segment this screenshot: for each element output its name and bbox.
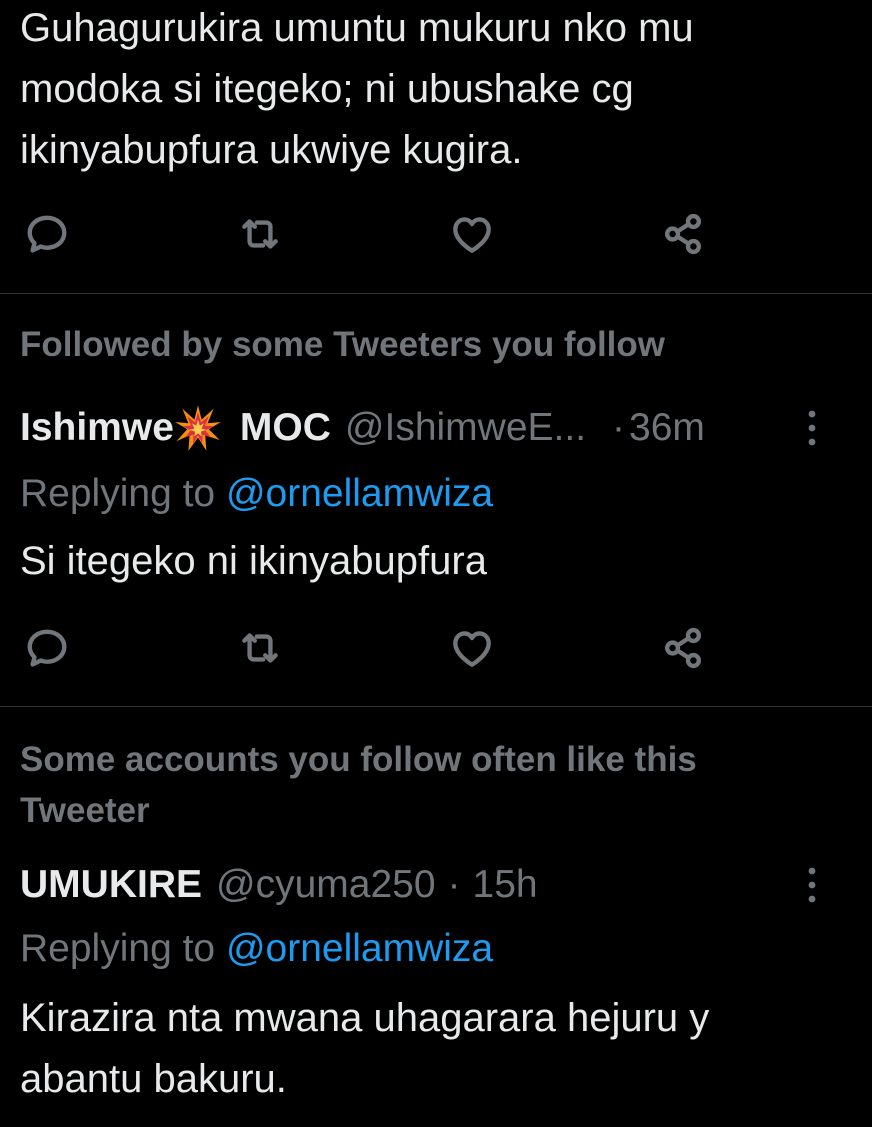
tweet-text-line: Guhagurukira umuntu mukuru nko mu (20, 6, 694, 50)
social-context-line: Tweeter (20, 791, 150, 830)
tweet-text-line: ikinyabupfura ukwiye kugira. (20, 128, 523, 172)
mention-link[interactable]: @ornellamwiza (226, 472, 493, 515)
share-button[interactable] (653, 204, 713, 264)
share-button[interactable] (653, 618, 713, 678)
tweet-1[interactable]: Guhagurukira umuntu mukuru nko mu modoka… (0, 0, 872, 293)
reply-button[interactable] (17, 204, 77, 264)
more-options-button[interactable] (792, 857, 832, 913)
tweet-actions (0, 618, 872, 678)
share-icon (664, 627, 702, 669)
retweet-button[interactable] (230, 618, 290, 678)
share-icon (664, 213, 702, 255)
reply-button[interactable] (17, 618, 77, 678)
tweet-2[interactable]: Followed by some Tweeters you follow Ish… (0, 294, 872, 706)
more-vertical-icon (808, 410, 816, 446)
tweet-text-line: abantu bakuru. (20, 1057, 287, 1101)
social-context-line: Some accounts you follow often like this (20, 740, 697, 779)
more-vertical-icon (808, 867, 816, 903)
mention-link[interactable]: @ornellamwiza (226, 927, 493, 970)
collision-emoji-icon (175, 405, 221, 451)
tweet-timestamp[interactable]: 36m (629, 406, 705, 450)
more-options-button[interactable] (792, 400, 832, 456)
heart-icon (453, 631, 491, 667)
replying-to: Replying to @ornellamwiza (20, 466, 493, 522)
tweet-timestamp[interactable]: 15h (473, 863, 538, 907)
reply-icon (27, 629, 67, 667)
tweet-header: Ishimwe MOC @IshimweE... · 36m (20, 400, 705, 456)
user-handle[interactable]: @IshimweE... (345, 406, 586, 450)
display-name-text: Ishimwe (20, 406, 174, 449)
tweet-actions (0, 204, 872, 264)
display-name[interactable]: UMUKIRE (20, 863, 202, 907)
replying-to: Replying to @ornellamwiza (20, 921, 493, 977)
tweet-text-line: Kirazira nta mwana uhagarara hejuru y (20, 996, 710, 1040)
separator-dot: · (447, 863, 461, 906)
tweet-header: UMUKIRE @cyuma250 · 15h (20, 857, 538, 913)
separator-dot: · (612, 406, 626, 449)
display-name[interactable]: Ishimwe MOC (20, 404, 331, 452)
user-handle[interactable]: @cyuma250 (216, 863, 436, 907)
replying-prefix: Replying to (20, 472, 226, 515)
heart-icon (453, 217, 491, 253)
retweet-icon (242, 219, 278, 249)
display-name-text: MOC (239, 406, 331, 449)
social-context: Followed by some Tweeters you follow (20, 325, 666, 364)
tweet-text: Si itegeko ni ikinyabupfura (20, 539, 487, 583)
tweet-text-line: modoka si itegeko; ni ubushake cg (20, 67, 634, 111)
retweet-button[interactable] (230, 204, 290, 264)
like-button[interactable] (442, 204, 502, 264)
retweet-icon (242, 633, 278, 663)
replying-prefix: Replying to (20, 927, 226, 970)
reply-icon (27, 215, 67, 253)
tweet-3[interactable]: Some accounts you follow often like this… (0, 707, 872, 1127)
like-button[interactable] (442, 618, 502, 678)
